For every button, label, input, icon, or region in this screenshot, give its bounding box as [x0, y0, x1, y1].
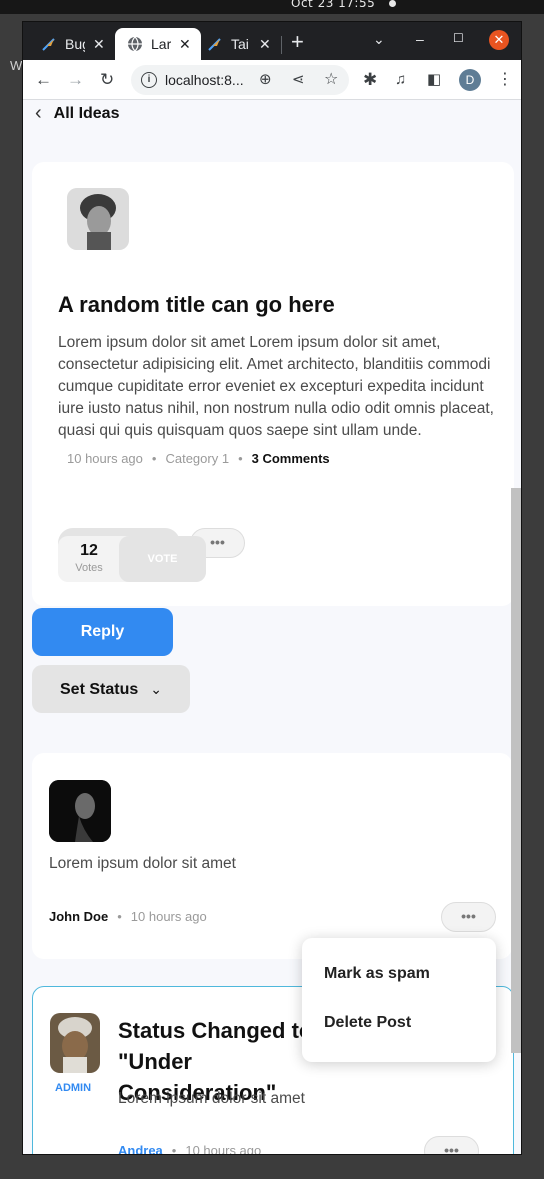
set-status-label: Set Status	[60, 681, 139, 698]
votes-label: Votes	[75, 562, 103, 574]
tab-separator	[281, 36, 282, 54]
menu-item-mark-spam[interactable]: Mark as spam	[324, 965, 430, 983]
reload-icon[interactable]: ↻	[100, 70, 114, 90]
comment-time: 10 hours ago	[130, 909, 207, 924]
tab-close-icon[interactable]: ✕	[259, 36, 271, 53]
meta-separator: •	[238, 451, 243, 466]
tab-title: Tai	[231, 36, 249, 52]
idea-category: Category 1	[165, 451, 230, 466]
os-status-dot	[389, 0, 396, 7]
tab-search-chevron-icon[interactable]: ⌄	[373, 31, 385, 48]
vote-button[interactable]: VOTE	[119, 536, 206, 582]
minimize-icon[interactable]: –	[416, 31, 424, 47]
author-avatar[interactable]	[67, 188, 129, 250]
chevron-down-icon: ⌄	[150, 681, 162, 697]
set-status-button[interactable]: Set Status ⌄	[32, 665, 190, 713]
tab-bug[interactable]: Bug ✕	[33, 28, 115, 60]
meta-separator: •	[117, 909, 122, 924]
idea-time: 10 hours ago	[67, 451, 143, 466]
man-portrait-icon	[67, 188, 129, 250]
tab-laravel[interactable]: Lar ✕	[115, 28, 201, 60]
new-tab-button[interactable]: +	[291, 31, 304, 53]
address-url[interactable]: localhost:8...	[165, 72, 247, 88]
tab-title: Lar	[151, 36, 171, 52]
comment-text: Lorem ipsum dolor sit amet	[49, 855, 236, 872]
comment-meta: John Doe • 10 hours ago	[49, 909, 207, 924]
back-arrow-icon[interactable]: ←	[35, 70, 52, 90]
forward-arrow-icon[interactable]: →	[67, 70, 84, 90]
zoom-icon[interactable]: ⊕	[259, 70, 272, 90]
globe-icon	[128, 36, 142, 52]
tab-title: Bug	[65, 36, 85, 52]
os-clock[interactable]: Oct 23 17:55	[291, 0, 375, 10]
os-top-bar: Oct 23 17:55	[0, 0, 544, 14]
elder-portrait-icon	[50, 1013, 100, 1073]
extensions-puzzle-icon[interactable]: ✱	[363, 70, 377, 90]
page-scrollbar[interactable]	[511, 488, 521, 1053]
browser-toolbar: ← → ↻ i localhost:8... ⊕ ⋖ ☆ ✱ ♫ ◧ D ⋮	[23, 60, 521, 100]
woman-portrait-icon	[49, 780, 111, 842]
site-info-icon[interactable]: i	[141, 72, 157, 88]
chevron-left-icon: ‹	[35, 102, 42, 124]
tab-bar: Bug ✕ Lar ✕ Tai ✕ + ⌄ – ☐ ✕	[23, 22, 521, 60]
reply-button[interactable]: Reply	[32, 608, 173, 656]
profile-avatar[interactable]: D	[459, 69, 481, 91]
browser-window: Bug ✕ Lar ✕ Tai ✕ + ⌄ – ☐ ✕ ← → ↻ i loca…	[22, 21, 522, 1155]
page-viewport: ‹ All Ideas A random title can go here L…	[23, 100, 521, 1155]
comment-more-button[interactable]: •••	[441, 902, 496, 932]
feather-favicon-icon	[208, 38, 221, 51]
status-change-more-button[interactable]: •••	[424, 1136, 479, 1154]
share-icon[interactable]: ⋖	[292, 70, 305, 90]
kebab-menu-icon[interactable]: ⋮	[497, 70, 513, 90]
tab-close-icon[interactable]: ✕	[93, 36, 105, 53]
votes-count: 12	[80, 542, 98, 559]
tab-tailwind[interactable]: Tai ✕	[201, 28, 281, 60]
back-link-label: All Ideas	[53, 104, 120, 122]
comment-author[interactable]: John Doe	[49, 909, 108, 924]
admin-avatar[interactable]	[50, 1013, 100, 1073]
desktop-edge-text: W	[10, 58, 23, 73]
media-control-icon[interactable]: ♫	[395, 70, 406, 90]
meta-separator: •	[151, 451, 157, 466]
maximize-icon[interactable]: ☐	[453, 31, 464, 45]
bookmark-star-icon[interactable]: ☆	[324, 70, 338, 90]
meta-separator: •	[171, 1143, 177, 1155]
side-panel-icon[interactable]: ◧	[427, 70, 441, 90]
status-change-text: Lorem ipsum dolor sit amet	[118, 1090, 305, 1107]
admin-role-label: ADMIN	[55, 1082, 92, 1094]
feather-favicon-icon	[42, 38, 55, 51]
vote-box: 12 Votes VOTE	[58, 536, 206, 582]
status-change-time: 10 hours ago	[185, 1143, 262, 1155]
status-change-meta: Andrea • 10 hours ago	[118, 1143, 262, 1155]
idea-meta: 10 hours ago • Category 1 • 3 Comments	[67, 451, 330, 466]
comment-actions-menu: Mark as spam Delete Post	[302, 938, 496, 1062]
address-bar[interactable]: i localhost:8... ⊕ ⋖ ☆	[131, 65, 349, 95]
back-link[interactable]: ‹ All Ideas	[35, 102, 119, 125]
idea-comments-count[interactable]: 3 Comments	[252, 451, 330, 466]
idea-title: A random title can go here	[58, 292, 335, 317]
status-change-author[interactable]: Andrea	[118, 1143, 163, 1154]
tab-close-icon[interactable]: ✕	[179, 36, 191, 53]
commenter-avatar[interactable]	[49, 780, 111, 842]
window-close-icon[interactable]: ✕	[489, 30, 509, 50]
menu-item-delete-post[interactable]: Delete Post	[324, 1014, 411, 1032]
comment-card: Lorem ipsum dolor sit amet John Doe • 10…	[32, 753, 512, 959]
idea-description: Lorem ipsum dolor sit amet Lorem ipsum d…	[58, 334, 494, 439]
